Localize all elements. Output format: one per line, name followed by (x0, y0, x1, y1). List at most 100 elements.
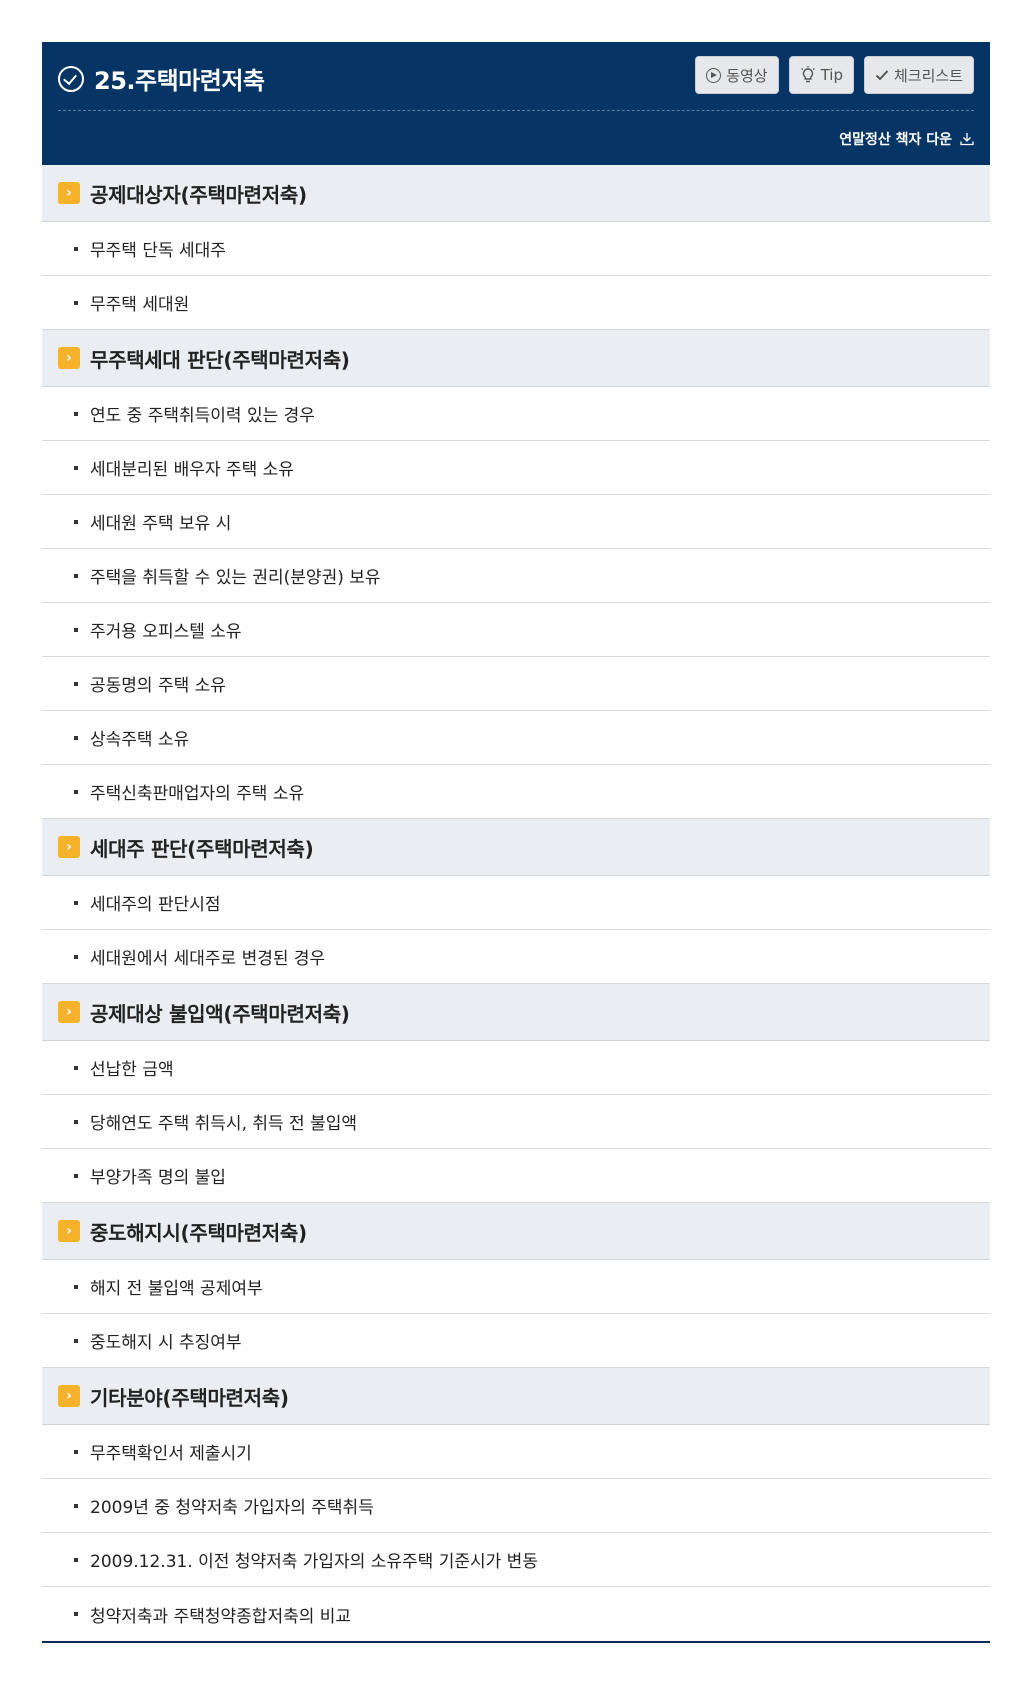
list-item-label: 주택신축판매업자의 주택 소유 (90, 784, 305, 804)
bullet-icon (74, 1338, 78, 1343)
section-title: 기타분야(주택마련저축) (90, 1385, 289, 1410)
list-item-label: 중도해지 시 추징여부 (90, 1333, 242, 1353)
list-item-label: 주택을 취득할 수 있는 권리(분양권) 보유 (90, 568, 381, 588)
chevron-right-icon: › (58, 1001, 80, 1023)
bullet-icon (74, 1284, 78, 1289)
list-item[interactable]: 2009.12.31. 이전 청약저축 가입자의 소유주택 기준시가 변동 (42, 1533, 990, 1587)
bullet-icon (74, 573, 78, 578)
list-item[interactable]: 주택을 취득할 수 있는 권리(분양권) 보유 (42, 549, 990, 603)
list-item[interactable]: 당해연도 주택 취득시, 취득 전 불입액 (42, 1095, 990, 1149)
bullet-icon (74, 735, 78, 740)
bullet-icon (74, 954, 78, 959)
bullet-icon (74, 519, 78, 524)
title-wrap: 25.주택마련저축 (58, 61, 265, 96)
section-title: 공제대상자(주택마련저축) (90, 182, 307, 207)
checklist-button-label: 체크리스트 (893, 66, 963, 85)
play-circle-icon (706, 67, 722, 83)
bullet-icon (74, 465, 78, 470)
faq-panel: 25.주택마련저축 동영상 Tip 체크리스트 연말정산 책자 다운 › 공제대… (42, 42, 990, 1643)
section-title: 세대주 판단(주택마련저축) (90, 836, 314, 861)
list-item-label: 청약저축과 주택청약종합저축의 비교 (90, 1606, 352, 1627)
bullet-icon (74, 1503, 78, 1508)
list-item-label: 무주택 세대원 (90, 295, 190, 315)
panel-header: 25.주택마련저축 동영상 Tip 체크리스트 연말정산 책자 다운 (42, 42, 990, 165)
list-item[interactable]: 중도해지 시 추징여부 (42, 1314, 990, 1368)
list-item[interactable]: 주택신축판매업자의 주택 소유 (42, 765, 990, 819)
list-item-label: 상속주택 소유 (90, 730, 190, 750)
list-item[interactable]: 연도 중 주택취득이력 있는 경우 (42, 387, 990, 441)
section-list: › 공제대상자(주택마련저축) 무주택 단독 세대주무주택 세대원 › 무주택세대 판단… (42, 165, 990, 1641)
list-item-label: 2009년 중 청약저축 가입자의 주택취득 (90, 1498, 374, 1518)
list-item[interactable]: 공동명의 주택 소유 (42, 657, 990, 711)
list-item[interactable]: 청약저축과 주택청약종합저축의 비교 (42, 1587, 990, 1641)
chevron-right-icon: › (58, 182, 80, 204)
section-header[interactable]: › 무주택세대 판단(주택마련저축) (42, 330, 990, 387)
tip-button[interactable]: Tip (788, 56, 854, 94)
list-item[interactable]: 2009년 중 청약저축 가입자의 주택취득 (42, 1479, 990, 1533)
bullet-icon (74, 1173, 78, 1178)
list-item[interactable]: 무주택 단독 세대주 (42, 222, 990, 276)
list-item[interactable]: 세대주의 판단시점 (42, 876, 990, 930)
section-header[interactable]: › 공제대상자(주택마련저축) (42, 165, 990, 222)
list-item-label: 무주택 단독 세대주 (90, 241, 226, 261)
download-label: 연말정산 책자 다운 (839, 132, 952, 148)
video-button[interactable]: 동영상 (695, 56, 779, 94)
video-button-label: 동영상 (726, 66, 768, 85)
checklist-button[interactable]: 체크리스트 (863, 56, 974, 94)
bullet-icon (74, 900, 78, 905)
bullet-icon (74, 1557, 78, 1562)
checkmark-icon (875, 69, 889, 81)
chevron-right-icon: › (58, 836, 80, 858)
tip-button-label: Tip (820, 66, 843, 84)
list-item[interactable]: 상속주택 소유 (42, 711, 990, 765)
list-item[interactable]: 무주택확인서 제출시기 (42, 1425, 990, 1479)
list-item-label: 선납한 금액 (90, 1060, 174, 1080)
list-item-label: 공동명의 주택 소유 (90, 676, 226, 696)
bullet-icon (74, 300, 78, 305)
lightbulb-icon (800, 66, 816, 84)
download-booklet-link[interactable]: 연말정산 책자 다운 (839, 129, 974, 149)
bullet-icon (74, 1065, 78, 1070)
bullet-icon (74, 627, 78, 632)
section-title: 무주택세대 판단(주택마련저축) (90, 347, 350, 372)
list-item-label: 주거용 오피스텔 소유 (90, 622, 242, 642)
list-item-label: 무주택확인서 제출시기 (90, 1444, 252, 1464)
list-item[interactable]: 세대원 주택 보유 시 (42, 495, 990, 549)
check-circle-icon (58, 65, 84, 92)
list-item[interactable]: 무주택 세대원 (42, 276, 990, 330)
list-item-label: 연도 중 주택취득이력 있는 경우 (90, 406, 315, 426)
list-item-label: 세대원에서 세대주로 변경된 경우 (90, 949, 326, 969)
bullet-icon (74, 681, 78, 686)
list-item-label: 세대분리된 배우자 주택 소유 (90, 460, 294, 480)
section-header[interactable]: › 중도해지시(주택마련저축) (42, 1203, 990, 1260)
list-item-label: 세대주의 판단시점 (90, 895, 221, 915)
section-header[interactable]: › 세대주 판단(주택마련저축) (42, 819, 990, 876)
section-header[interactable]: › 기타분야(주택마련저축) (42, 1368, 990, 1425)
list-item[interactable]: 세대분리된 배우자 주택 소유 (42, 441, 990, 495)
bullet-icon (74, 1612, 78, 1616)
section-header[interactable]: › 공제대상 불입액(주택마련저축) (42, 984, 990, 1041)
list-item[interactable]: 선납한 금액 (42, 1041, 990, 1095)
list-item[interactable]: 주거용 오피스텔 소유 (42, 603, 990, 657)
page-title: 25.주택마련저축 (94, 67, 265, 95)
list-item-label: 2009.12.31. 이전 청약저축 가입자의 소유주택 기준시가 변동 (90, 1552, 538, 1572)
chevron-right-icon: › (58, 1220, 80, 1242)
chevron-right-icon: › (58, 1385, 80, 1407)
download-icon (960, 132, 974, 146)
header-top-row: 25.주택마련저축 동영상 Tip 체크리스트 (58, 42, 974, 111)
bullet-icon (74, 246, 78, 251)
list-item-label: 당해연도 주택 취득시, 취득 전 불입액 (90, 1114, 358, 1134)
list-item-label: 세대원 주택 보유 시 (90, 514, 232, 534)
list-item-label: 부양가족 명의 불입 (90, 1168, 226, 1188)
list-item[interactable]: 부양가족 명의 불입 (42, 1149, 990, 1203)
section-title: 중도해지시(주택마련저축) (90, 1220, 307, 1245)
bullet-icon (74, 411, 78, 416)
list-item[interactable]: 세대원에서 세대주로 변경된 경우 (42, 930, 990, 984)
bullet-icon (74, 1449, 78, 1454)
bullet-icon (74, 789, 78, 794)
bullet-icon (74, 1119, 78, 1124)
header-buttons: 동영상 Tip 체크리스트 (695, 56, 974, 94)
list-item[interactable]: 해지 전 불입액 공제여부 (42, 1260, 990, 1314)
list-item-label: 해지 전 불입액 공제여부 (90, 1279, 263, 1299)
chevron-right-icon: › (58, 347, 80, 369)
